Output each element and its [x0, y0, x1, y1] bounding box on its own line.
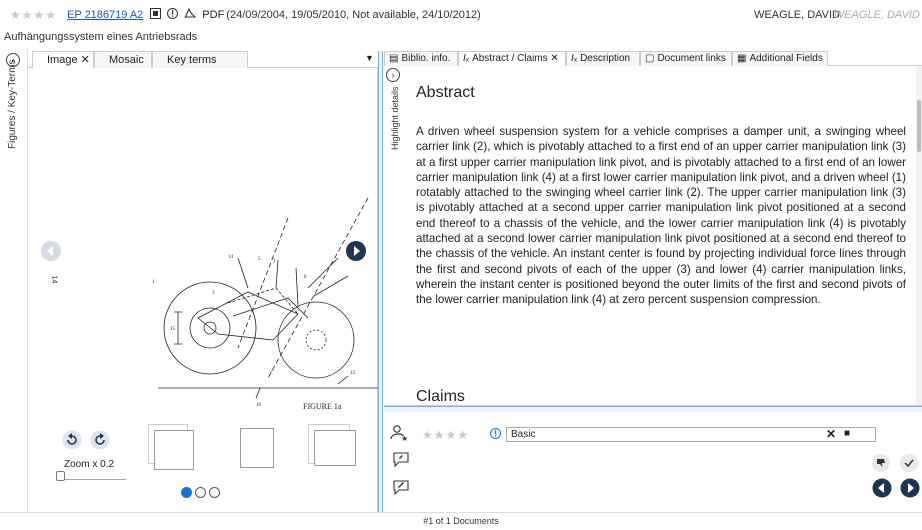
tab-document-links-label: Document links [657, 53, 726, 64]
svg-text:3: 3 [273, 259, 276, 264]
svg-text:3: 3 [212, 291, 215, 296]
figure-viewer: 14 1 14 5 3 8 3 15 7 12 10 FIGURE 1a Zoom … [28, 68, 378, 512]
reading-scrollbar-thumb[interactable] [917, 100, 921, 152]
figure-thumbnail[interactable] [154, 430, 194, 470]
user-rating-icon[interactable]: ★ [390, 424, 408, 445]
zoom-slider-handle[interactable] [56, 471, 65, 481]
clear-icon[interactable]: ✕ [826, 427, 836, 441]
svg-text:7: 7 [270, 371, 273, 376]
tab-mosaic[interactable]: Mosaic [94, 51, 152, 68]
info-icon[interactable] [167, 8, 179, 22]
image-icon[interactable] [150, 8, 162, 22]
tab-document-links[interactable]: ▢ Document links [640, 51, 732, 66]
reading-pane: › Highlight details Abstract A driven wh… [384, 66, 922, 406]
rating-stars[interactable]: ★★★★ [10, 8, 57, 22]
document-header: ★★★★ EP 2186719 A2 PDF (24/09/2004, 19/0… [0, 0, 922, 30]
tab-image-close-icon[interactable]: ✕ [81, 54, 90, 66]
svg-text:15: 15 [170, 327, 176, 332]
svg-text:10: 10 [256, 403, 262, 408]
category-input[interactable]: Basic [506, 427, 876, 442]
comment-icon[interactable] [392, 478, 410, 499]
fields-icon: ▦ [737, 53, 747, 64]
right-tab-bar: ▤ Biblio. info. Iₓ Abstract / Claims ✕ Iₓ D… [384, 51, 922, 66]
svg-text:★: ★ [401, 434, 408, 442]
rotate-left-button[interactable] [62, 430, 82, 453]
tab-additional-fields[interactable]: ▦ Additional Fields [732, 51, 828, 66]
svg-text:5: 5 [258, 257, 261, 262]
tab-biblio-info[interactable]: ▤ Biblio. info. [384, 51, 458, 66]
abstract-heading: Abstract [416, 84, 475, 101]
svg-text:1: 1 [152, 280, 155, 285]
expand-highlight-button[interactable]: › [386, 68, 400, 82]
svg-text:12: 12 [350, 371, 356, 376]
rotate-right-button[interactable] [90, 430, 110, 453]
info-icon[interactable] [490, 428, 501, 442]
tab-abstract-claims-label: Abstract / Claims [472, 53, 548, 64]
tab-description[interactable]: Iₓ Description [566, 51, 640, 66]
patent-number-link[interactable]: EP 2186719 A2 [67, 9, 143, 21]
tab-abstract-claims[interactable]: Iₓ Abstract / Claims ✕ [458, 51, 566, 66]
note-rating-stars[interactable]: ★★★★ [422, 428, 469, 442]
thumbs-down-button[interactable] [872, 454, 890, 472]
panel-splitter[interactable] [378, 51, 383, 512]
tab-key-terms-label: Key terms [167, 54, 217, 66]
figure-thumbnail[interactable] [314, 430, 356, 466]
tab-key-terms[interactable]: Key terms [152, 51, 248, 68]
claims-heading: Claims [416, 388, 465, 405]
left-tab-bar: Image ✕ Mosaic Key terms ▼ [28, 51, 378, 68]
svg-text:8: 8 [304, 275, 307, 280]
save-icon[interactable]: ■ [844, 428, 850, 439]
biblio-icon: ▤ [389, 53, 399, 64]
document-counter: #1 of 1 Documents [0, 512, 922, 529]
document-icon: ▢ [645, 53, 655, 64]
svg-text:14: 14 [228, 255, 234, 260]
pdf-label[interactable]: PDF [202, 9, 224, 21]
tab-abstract-close-icon[interactable]: ✕ [550, 53, 558, 64]
zoom-slider[interactable] [56, 471, 126, 481]
tab-biblio-info-label: Biblio. info. [401, 53, 451, 64]
next-document-button[interactable] [900, 478, 920, 501]
page-number: 14 [50, 275, 58, 284]
tab-additional-fields-label: Additional Fields [749, 53, 823, 64]
notes-panel: ★ ★★★★ Basic ✕ ■ [384, 412, 922, 512]
tab-image-label: Image [47, 54, 78, 66]
zoom-label: Zoom x 0.2 [64, 459, 115, 470]
tab-menu-icon[interactable]: ▼ [365, 53, 374, 63]
document-title: Aufhängungssystem eines Antriebsrads [4, 31, 198, 43]
previous-figure-button[interactable] [40, 240, 62, 265]
text-icon: Iₓ [463, 53, 470, 64]
pager-dot[interactable] [209, 487, 220, 498]
highlight-details-label[interactable]: Highlight details [390, 86, 400, 150]
patent-drawing[interactable]: 1 14 5 3 8 3 15 7 12 10 FIGURE 1a [138, 188, 378, 418]
tab-mosaic-label: Mosaic [109, 54, 144, 66]
tab-description-label: Description [580, 53, 631, 64]
figures-keyterms-label[interactable]: Figures / Key-Terms [7, 60, 18, 149]
pager-dot-active[interactable] [181, 487, 192, 498]
pdf-icon[interactable] [184, 7, 197, 22]
abstract-text: A driven wheel suspension system for a v… [416, 125, 906, 307]
author-name: WEAGLE, DAVID [754, 9, 840, 21]
previous-document-button[interactable] [872, 478, 892, 501]
figure-caption: FIGURE 1a [303, 402, 342, 411]
add-comment-icon[interactable] [392, 450, 410, 471]
left-rail: ‹ Figures / Key-Terms [0, 49, 28, 512]
tab-image[interactable]: Image ✕ [32, 51, 94, 68]
text-icon: Iₓ [571, 53, 578, 64]
approve-button[interactable] [900, 454, 918, 472]
pager-dot[interactable] [195, 487, 206, 498]
author-name-faded: WEAGLE, DAVID [833, 9, 920, 21]
document-dates: (24/09/2004, 19/05/2010, Not available, … [226, 9, 481, 21]
figure-thumbnail[interactable] [240, 428, 274, 468]
